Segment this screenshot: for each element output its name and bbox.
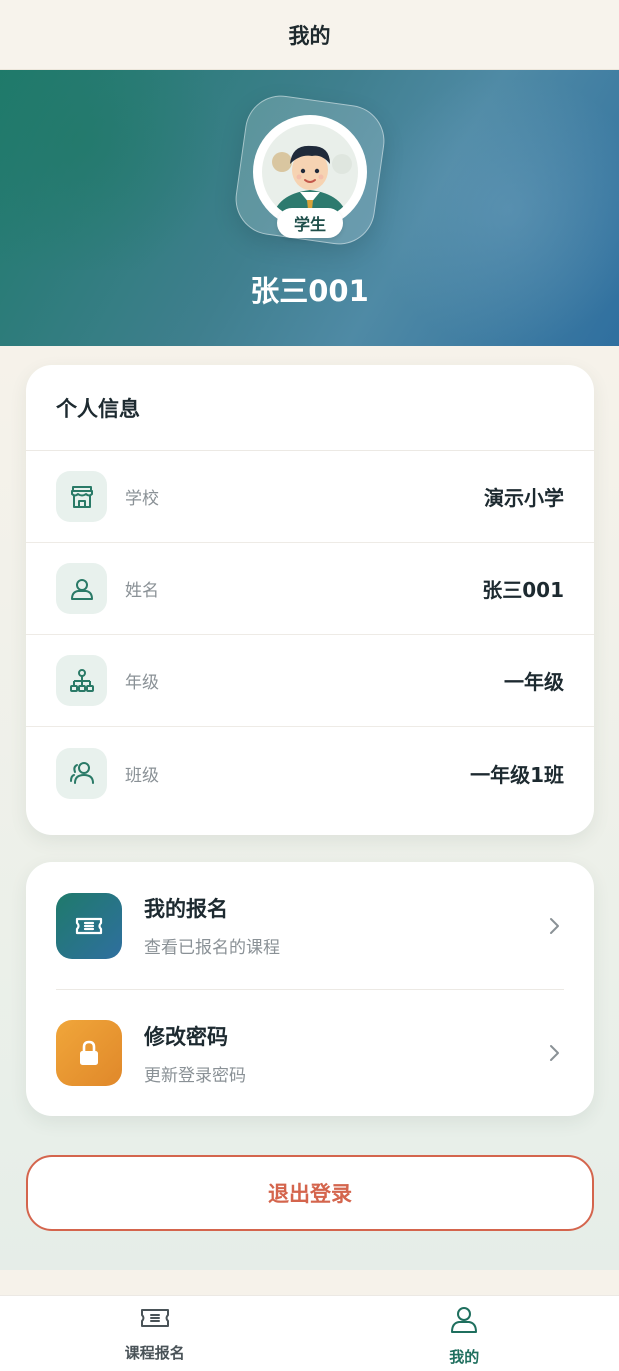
menu-title: 修改密码	[144, 1024, 228, 1049]
menu-item-change-password[interactable]: 修改密码 更新登录密码	[56, 989, 564, 1116]
info-label: 年级	[125, 673, 159, 693]
bottom-tab-bar: 课程报名 我的	[0, 1295, 619, 1371]
group-icon	[56, 747, 107, 799]
info-value: 一年级1班	[470, 762, 564, 787]
menu-title: 我的报名	[144, 897, 228, 921]
info-row-class: 班级 一年级1班	[26, 727, 594, 819]
info-label: 学校	[125, 489, 159, 509]
ticket-icon	[140, 1309, 169, 1327]
info-label: 班级	[125, 765, 159, 786]
info-row-grade: 年级 一年级	[26, 635, 594, 727]
tab-label: 课程报名	[124, 1344, 185, 1362]
info-value: 演示小学	[484, 486, 564, 510]
user-name: 张三001	[250, 274, 369, 308]
profile-header: 学生 张三001	[0, 70, 619, 346]
info-row-school: 学校 演示小学	[26, 451, 594, 543]
tab-label: 我的	[449, 1348, 480, 1366]
logout-button[interactable]: 退出登录	[26, 1155, 594, 1231]
lock-icon	[56, 1020, 122, 1086]
menu-card: 我的报名 查看已报名的课程 修改密码 更新登录密码	[26, 862, 594, 1116]
student-avatar-illustration	[262, 124, 358, 220]
role-badge: 学生	[277, 208, 343, 238]
school-store-icon	[56, 471, 107, 522]
person-icon	[56, 563, 107, 614]
top-bar: 我的	[0, 0, 619, 70]
menu-item-my-registrations[interactable]: 我的报名 查看已报名的课程	[56, 862, 564, 989]
chevron-right-icon	[550, 917, 559, 934]
tab-mine[interactable]: 我的	[310, 1296, 619, 1371]
info-label: 姓名	[125, 581, 159, 601]
info-row-name: 姓名 张三001	[26, 543, 594, 635]
info-value: 一年级	[504, 670, 564, 694]
menu-subtitle: 更新登录密码	[144, 1065, 246, 1086]
card-title: 个人信息	[26, 365, 594, 451]
personal-info-card: 个人信息 学校 演示小学 姓名 张三001 年级 一年级 班级 一年级1班	[26, 365, 594, 835]
info-value: 张三001	[482, 578, 564, 602]
person-icon	[451, 1307, 478, 1333]
menu-subtitle: 查看已报名的课程	[144, 938, 280, 958]
ticket-icon	[56, 892, 122, 959]
hierarchy-icon	[56, 655, 107, 706]
page-title: 我的	[288, 23, 331, 48]
chevron-right-icon	[550, 1045, 559, 1061]
tab-course-registration[interactable]: 课程报名	[0, 1296, 310, 1371]
